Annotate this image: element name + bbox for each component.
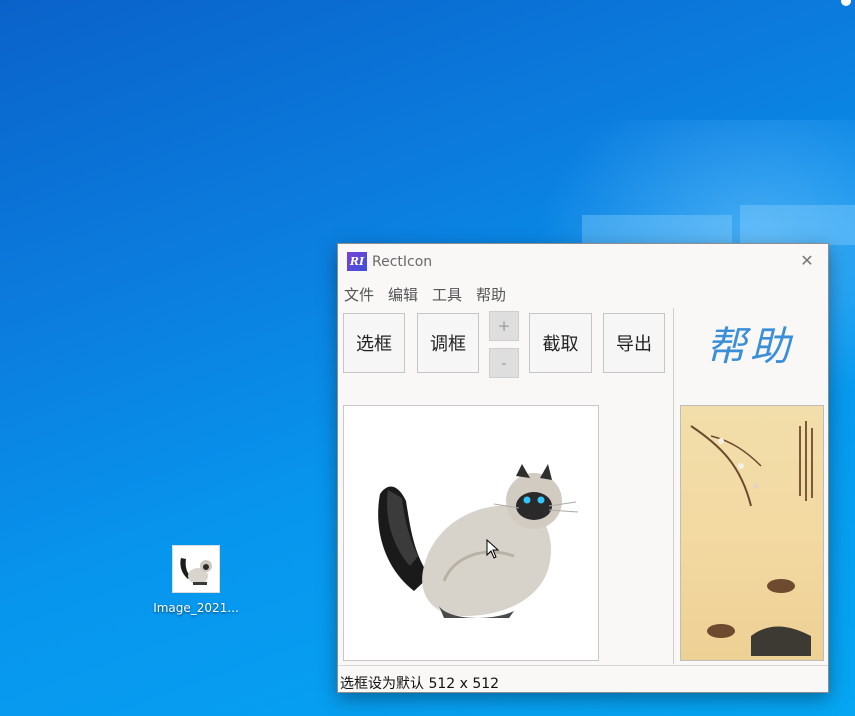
- menu-tools[interactable]: 工具: [432, 284, 462, 306]
- desktop-logo-pane: [582, 215, 732, 245]
- image-thumbnail-icon: [172, 545, 220, 593]
- status-divider: [338, 665, 828, 666]
- menu-help[interactable]: 帮助: [476, 284, 506, 306]
- plus-button[interactable]: +: [489, 311, 519, 341]
- cat-illustration: [378, 464, 579, 618]
- menu-bar: 文件 编辑 工具 帮助: [344, 284, 506, 306]
- desktop-logo-pane: [740, 205, 855, 245]
- image-canvas[interactable]: [343, 405, 599, 661]
- recticon-window: RI RectIcon ✕ 文件 编辑 工具 帮助 选框 调框 + - 截取 导…: [337, 243, 829, 693]
- menu-edit[interactable]: 编辑: [388, 284, 418, 306]
- desktop-icon-image[interactable]: Image_2021...: [148, 545, 244, 615]
- corner-icon: [841, 0, 851, 6]
- close-icon[interactable]: ✕: [798, 252, 816, 270]
- painting-thumbnail[interactable]: [680, 405, 824, 661]
- app-icon: RI: [347, 252, 367, 271]
- title-bar[interactable]: RI RectIcon ✕: [338, 244, 828, 280]
- status-text: 选框设为默认 512 x 512: [340, 676, 500, 692]
- export-button[interactable]: 导出: [603, 313, 665, 373]
- cursor-arrow-icon: [486, 538, 500, 563]
- help-panel-text[interactable]: 帮助: [706, 314, 806, 384]
- bird-painting: [690, 421, 813, 656]
- select-frame-button[interactable]: 选框: [343, 313, 405, 373]
- menu-file[interactable]: 文件: [344, 284, 374, 306]
- desktop-icon-label: Image_2021...: [153, 601, 239, 615]
- capture-button[interactable]: 截取: [529, 313, 592, 373]
- window-title: RectIcon: [372, 254, 433, 270]
- minus-button[interactable]: -: [489, 348, 519, 378]
- vertical-divider: [673, 308, 674, 664]
- adjust-frame-button[interactable]: 调框: [417, 313, 479, 373]
